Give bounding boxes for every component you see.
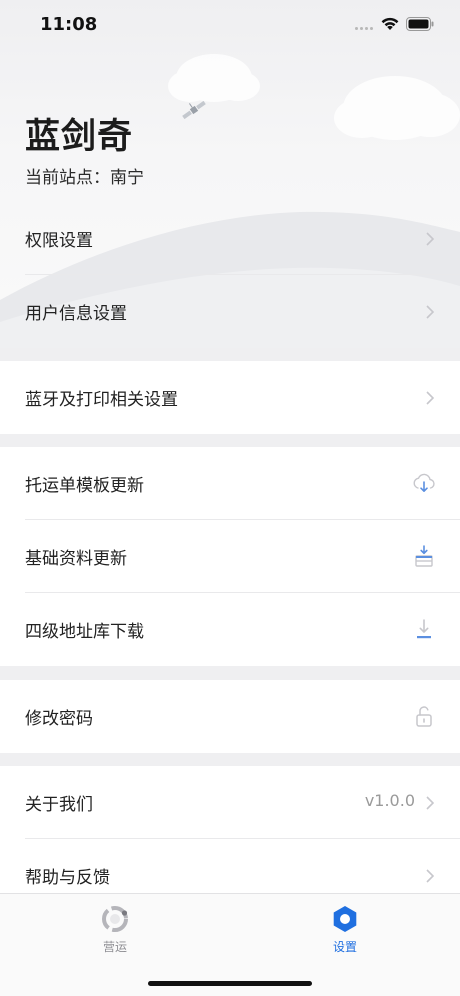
- menu-label-waybill-template-update: 托运单模板更新: [25, 476, 144, 496]
- chevron-right-icon: [426, 305, 434, 319]
- settings-hexagon-icon: [333, 906, 357, 932]
- tab-label-operations: 营运: [102, 940, 127, 954]
- battery-icon: [406, 17, 434, 31]
- menu-item-user-info[interactable]: 用户信息设置: [0, 275, 460, 348]
- wifi-icon: [381, 17, 399, 30]
- user-name: 蓝剑奇: [25, 117, 134, 157]
- tray-download-icon: [415, 545, 433, 567]
- menu-label-basic-data-update: 基础资料更新: [25, 549, 127, 569]
- unlock-icon: [416, 706, 432, 727]
- menu-label-about-us: 关于我们: [25, 795, 93, 815]
- menu-item-about-us[interactable]: 关于我们 v1.0.0: [0, 766, 460, 839]
- chevron-right-icon: [426, 232, 434, 246]
- menu-label-user-info: 用户信息设置: [25, 304, 127, 324]
- chevron-right-icon: [426, 796, 434, 810]
- tab-settings[interactable]: 设置: [285, 894, 405, 964]
- chevron-right-icon: [426, 391, 434, 405]
- menu-item-permissions[interactable]: 权限设置: [0, 202, 460, 275]
- menu-label-change-password: 修改密码: [25, 709, 93, 729]
- menu-label-bluetooth-print: 蓝牙及打印相关设置: [25, 390, 178, 410]
- signal-dots-icon: [355, 27, 375, 31]
- app-version: v1.0.0: [364, 791, 415, 810]
- home-indicator: [148, 981, 312, 986]
- cloud-download-icon: [413, 473, 435, 492]
- download-icon: [417, 619, 431, 639]
- tab-operations[interactable]: 营运: [55, 894, 175, 964]
- menu-label-address-db-download: 四级地址库下载: [25, 622, 144, 642]
- menu-item-basic-data-update[interactable]: 基础资料更新: [0, 520, 460, 593]
- status-time: 11:08: [40, 14, 98, 35]
- menu-item-waybill-template-update[interactable]: 托运单模板更新: [0, 447, 460, 520]
- menu-item-address-db-download[interactable]: 四级地址库下载: [0, 593, 460, 666]
- status-bar: 11:08: [0, 0, 460, 48]
- operations-ring-icon: [102, 906, 128, 932]
- menu-label-help-feedback: 帮助与反馈: [25, 868, 110, 888]
- menu-item-change-password[interactable]: 修改密码: [0, 680, 460, 753]
- menu-item-bluetooth-print[interactable]: 蓝牙及打印相关设置: [0, 361, 460, 434]
- tab-label-settings: 设置: [332, 940, 357, 954]
- chevron-right-icon: [426, 869, 434, 883]
- current-station: 当前站点：南宁: [25, 168, 144, 188]
- menu-label-permissions: 权限设置: [25, 231, 93, 251]
